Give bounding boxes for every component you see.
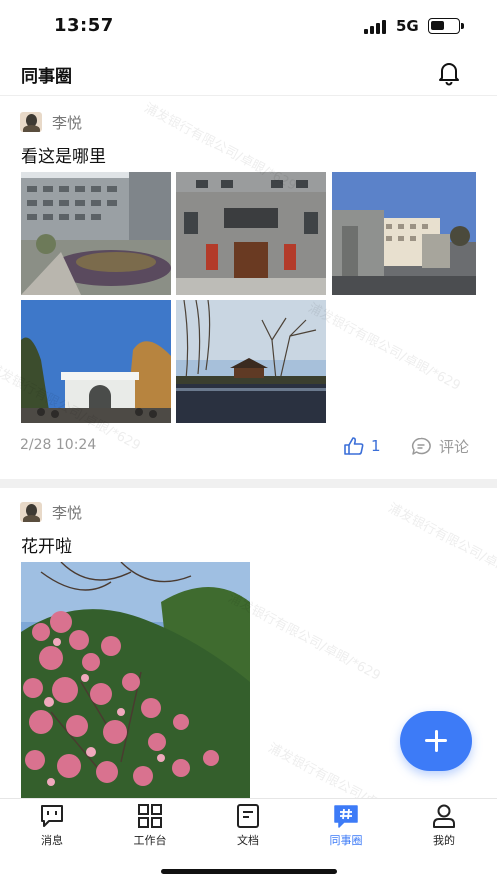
- message-icon: [41, 805, 63, 827]
- battery-icon: [428, 18, 464, 34]
- post-photo[interactable]: [21, 562, 250, 798]
- like-button[interactable]: 1: [344, 434, 381, 458]
- document-icon: [237, 804, 259, 828]
- post-photo[interactable]: [332, 172, 476, 295]
- post-author[interactable]: 李悦: [20, 112, 82, 132]
- hashtag-chat-icon: [334, 805, 358, 828]
- home-indicator: [161, 869, 337, 874]
- post-text: 看这是哪里: [21, 147, 106, 167]
- post-photo[interactable]: [21, 172, 171, 295]
- tab-colleague-circle[interactable]: 同事圈: [306, 803, 386, 851]
- network-type: 5G: [396, 17, 419, 35]
- avatar[interactable]: [20, 502, 42, 522]
- comment-label: 评论: [439, 437, 470, 456]
- post-photo[interactable]: [176, 172, 326, 295]
- post-photo[interactable]: [21, 300, 171, 423]
- comment-icon: [411, 437, 431, 455]
- top-nav-bar: 同事圈: [0, 52, 497, 96]
- tab-label: 消息: [41, 834, 63, 847]
- grid-icon: [138, 804, 162, 828]
- post-meta: 2/28 10:24 1 评论: [20, 434, 477, 458]
- tab-label: 工作台: [133, 834, 167, 847]
- post-photo[interactable]: [176, 300, 326, 423]
- thumbs-up-icon: [344, 437, 364, 455]
- author-name[interactable]: 李悦: [52, 502, 82, 523]
- tab-label: 文档: [237, 834, 259, 847]
- tab-label: 同事圈: [329, 834, 363, 847]
- status-time: 13:57: [54, 15, 114, 36]
- tab-documents[interactable]: 文档: [208, 803, 288, 851]
- tab-workbench[interactable]: 工作台: [110, 803, 190, 851]
- signal-icon: [364, 20, 388, 34]
- author-name[interactable]: 李悦: [52, 112, 82, 133]
- post-author[interactable]: 李悦: [20, 502, 82, 522]
- post-text: 花开啦: [21, 537, 72, 557]
- status-bar: 13:57 5G: [0, 0, 497, 52]
- tab-messages[interactable]: 消息: [12, 803, 92, 851]
- avatar[interactable]: [20, 112, 42, 132]
- bell-icon[interactable]: [436, 60, 462, 86]
- post-divider: [0, 479, 497, 488]
- moments-feed[interactable]: 李悦 看这是哪里 2/28 10:24 1 评论 李悦 花开啦 浦发银行有限公司…: [0, 96, 497, 798]
- like-count: 1: [371, 437, 381, 455]
- tab-label: 我的: [433, 834, 455, 847]
- page-title: 同事圈: [21, 67, 72, 87]
- post-card: 李悦 看这是哪里 2/28 10:24 1 评论: [0, 96, 497, 479]
- comment-button[interactable]: 评论: [411, 434, 469, 458]
- person-icon: [433, 804, 455, 828]
- add-post-button[interactable]: [400, 711, 472, 771]
- post-timestamp: 2/28 10:24: [20, 437, 97, 453]
- tab-me[interactable]: 我的: [404, 803, 484, 851]
